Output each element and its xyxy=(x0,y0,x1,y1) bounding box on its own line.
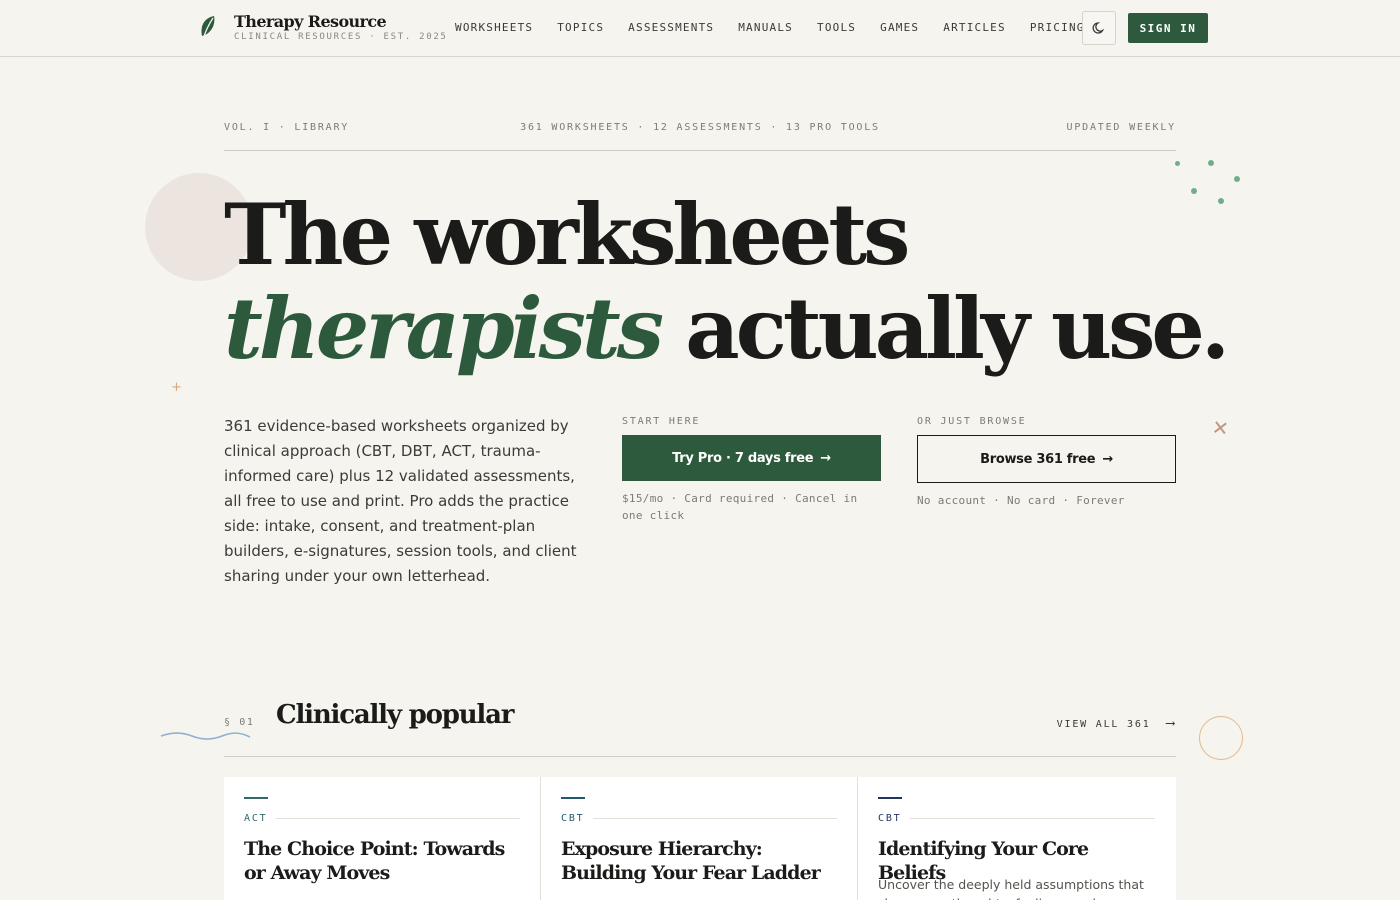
browse-free-button[interactable]: Browse 361 free → xyxy=(917,435,1176,483)
nav-articles[interactable]: ARTICLES xyxy=(943,21,1006,34)
card-divider xyxy=(593,818,837,819)
brand-logo[interactable]: Therapy Resource CLINICAL RESOURCES · ES… xyxy=(198,12,448,42)
brand-tagline: CLINICAL RESOURCES · EST. 2025 xyxy=(234,32,448,42)
leaf-icon xyxy=(201,16,215,40)
arrow-right-icon: ⟶ xyxy=(1166,716,1176,731)
nav-manuals[interactable]: MANUALS xyxy=(738,21,793,34)
card-accent-line xyxy=(561,797,585,799)
decorative-ring xyxy=(1199,716,1243,760)
nav-tools[interactable]: TOOLS xyxy=(817,21,856,34)
hero-headline: The worksheets therapists actually use. xyxy=(224,185,1230,378)
card-divider xyxy=(276,818,520,819)
cta-secondary-eyebrow: OR JUST BROWSE xyxy=(917,416,1027,427)
card-description: Uncover the deeply held assumptions that… xyxy=(878,877,1144,900)
nav-topics[interactable]: TOPICS xyxy=(557,21,604,34)
moon-icon xyxy=(1092,22,1105,34)
main-nav: WORKSHEETS TOPICS ASSESSMENTS MANUALS TO… xyxy=(455,21,1109,34)
decorative-cross-icon: ✕ xyxy=(1210,414,1231,442)
hero-intro: 361 evidence-based worksheets organized … xyxy=(224,417,577,585)
nav-worksheets[interactable]: WORKSHEETS xyxy=(455,21,533,34)
card-accent-line xyxy=(244,797,268,799)
card-accent-line xyxy=(878,797,902,799)
view-all-label: VIEW ALL 361 xyxy=(1056,719,1151,730)
decorative-plus-icon: + xyxy=(171,380,182,395)
cta-primary-note: $15/mo · Card required · Cancel in one c… xyxy=(622,492,858,522)
decorative-dot xyxy=(1175,161,1180,166)
nav-assessments[interactable]: ASSESSMENTS xyxy=(628,21,714,34)
card-title: Exposure Hierarchy: Building Your Fear L… xyxy=(561,838,821,884)
headline-line-1: The worksheets xyxy=(224,185,910,284)
sign-in-button[interactable]: SIGN IN xyxy=(1128,13,1208,43)
card-category-tag: CBT xyxy=(878,813,902,824)
cta-secondary-group: OR JUST BROWSE Browse 361 free → No acco… xyxy=(917,416,1176,509)
cta-secondary-note: No account · No card · Forever xyxy=(917,494,1125,507)
try-pro-button[interactable]: Try Pro · 7 days free → xyxy=(622,435,881,481)
card-category-tag: CBT xyxy=(561,813,585,824)
card-title: The Choice Point: Towards or Away Moves xyxy=(244,838,505,884)
update-frequency: UPDATED WEEKLY xyxy=(1066,122,1176,133)
card-divider xyxy=(910,818,1155,819)
arrow-right-icon: → xyxy=(820,450,831,466)
worksheet-card[interactable]: CBT Identifying Your Core Beliefs Uncove… xyxy=(858,777,1175,900)
worksheet-card[interactable]: ACT The Choice Point: Towards or Away Mo… xyxy=(224,777,541,900)
cta-primary-eyebrow: START HERE xyxy=(622,416,701,427)
cta-primary-group: START HERE Try Pro · 7 days free → $15/m… xyxy=(622,416,881,524)
brand-text: Therapy Resource CLINICAL RESOURCES · ES… xyxy=(234,12,448,42)
arrow-right-icon: → xyxy=(1102,451,1113,467)
worksheet-card-list: ACT The Choice Point: Towards or Away Mo… xyxy=(224,777,1176,900)
headline-line-2: actually use. xyxy=(660,279,1230,378)
theme-toggle-button[interactable] xyxy=(1082,11,1116,45)
brand-name: Therapy Resource xyxy=(234,12,387,31)
top-navigation: Therapy Resource CLINICAL RESOURCES · ES… xyxy=(0,0,1400,57)
decorative-dot xyxy=(1234,176,1240,182)
card-category-tag: ACT xyxy=(244,813,268,824)
section-number: § 01 xyxy=(224,717,255,728)
section-title: Clinically popular xyxy=(276,700,514,730)
view-all-link[interactable]: VIEW ALL 361 ⟶ xyxy=(1057,716,1176,731)
library-stats: 361 WORKSHEETS · 12 ASSESSMENTS · 13 PRO… xyxy=(520,122,880,133)
browse-free-label: Browse 361 free xyxy=(980,451,1096,467)
library-meta-bar: VOL. I · LIBRARY 361 WORKSHEETS · 12 ASS… xyxy=(224,122,1176,151)
decorative-dot xyxy=(1208,160,1214,166)
try-pro-label: Try Pro · 7 days free xyxy=(672,450,814,466)
nav-games[interactable]: GAMES xyxy=(880,21,919,34)
worksheet-card[interactable]: CBT Exposure Hierarchy: Building Your Fe… xyxy=(541,777,858,900)
headline-accent: therapists xyxy=(224,279,664,378)
section-header: § 01 Clinically popular VIEW ALL 361 ⟶ xyxy=(224,700,1176,757)
nav-pricing[interactable]: PRICING xyxy=(1030,21,1085,34)
